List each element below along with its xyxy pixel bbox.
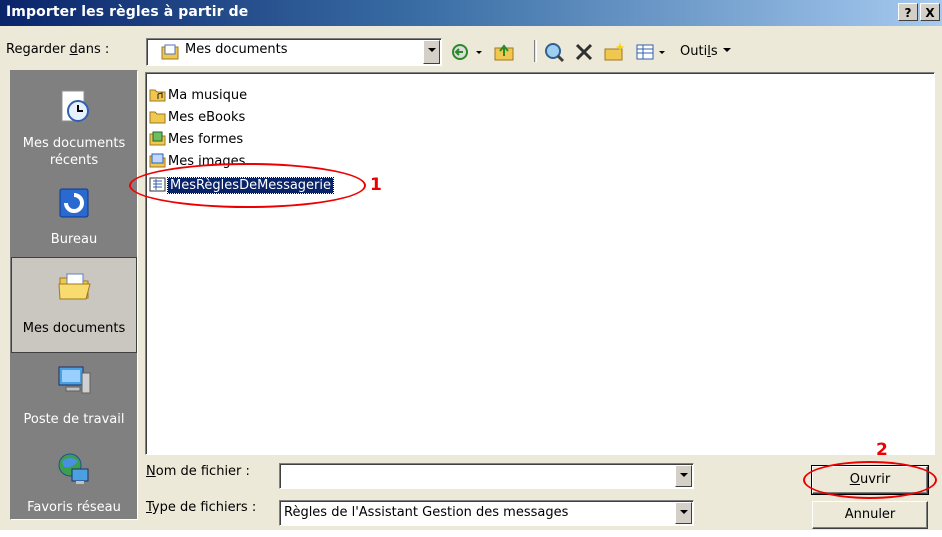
file-name-label: Nom de fichier :	[146, 464, 250, 479]
place-label: Mes documents récents	[22, 136, 126, 168]
look-in-label: Regarder dans :	[6, 42, 110, 57]
tools-menu-button[interactable]: Outils	[680, 40, 750, 64]
place-recent-documents[interactable]: Mes documents récents	[11, 79, 137, 175]
look-in-combobox[interactable]: Mes documents	[146, 38, 442, 66]
file-type-combobox[interactable]: Règles de l'Assistant Gestion des messag…	[279, 500, 694, 526]
views-button[interactable]	[634, 40, 670, 64]
network-globe-icon	[58, 453, 89, 484]
file-type-value: Règles de l'Assistant Gestion des messag…	[284, 505, 569, 520]
place-label: Mes documents	[22, 321, 126, 336]
new-folder-button[interactable]	[602, 40, 628, 64]
search-web-icon	[545, 43, 565, 63]
annotation-ellipse-file	[129, 163, 366, 208]
file-type-dropdown-arrow[interactable]	[675, 502, 692, 524]
file-type-label: Type de fichiers :	[146, 500, 257, 515]
toolbar-separator	[534, 40, 537, 62]
dialog-title: Importer les règles à partir de	[6, 4, 249, 20]
file-name-combobox[interactable]	[279, 463, 694, 489]
file-name-dropdown-arrow[interactable]	[675, 465, 692, 487]
title-bar[interactable]: Importer les règles à partir de ? X	[0, 0, 942, 26]
file-name: Mes eBooks	[168, 110, 246, 125]
computer-icon	[58, 366, 91, 394]
close-button[interactable]: X	[920, 3, 940, 21]
help-button[interactable]: ?	[898, 3, 918, 21]
file-list[interactable]: Ma musique Mes eBooks Mes formes Mes ima…	[145, 72, 935, 455]
place-label: Bureau	[50, 232, 98, 247]
desktop-icon	[59, 188, 89, 218]
open-folder-icon	[58, 273, 91, 300]
tools-label: Outils	[680, 44, 718, 59]
annotation-step-2: 2	[876, 440, 888, 460]
list-item[interactable]: Mes formes	[149, 129, 243, 151]
cancel-button[interactable]: Annuler	[812, 501, 928, 529]
place-label: Favoris réseau	[27, 500, 121, 515]
tools-dropdown-icon	[722, 48, 731, 52]
import-rules-dialog: Importer les règles à partir de ? X Rega…	[0, 0, 942, 530]
place-network[interactable]: Favoris réseau	[11, 441, 137, 537]
list-item[interactable]: Mes eBooks	[149, 107, 245, 129]
file-name: Ma musique	[168, 88, 248, 103]
up-folder-button[interactable]	[492, 40, 518, 64]
list-item[interactable]: Ma musique	[149, 85, 247, 107]
place-label: Poste de travail	[23, 412, 125, 427]
file-name: Mes formes	[168, 132, 244, 147]
look-in-dropdown-arrow[interactable]	[423, 40, 440, 64]
up-folder-icon	[494, 44, 514, 61]
place-my-documents[interactable]: Mes documents	[11, 257, 137, 353]
annotation-step-1: 1	[370, 175, 382, 195]
place-my-computer[interactable]: Poste de travail	[11, 353, 137, 449]
views-icon	[636, 44, 665, 60]
back-button[interactable]	[450, 40, 486, 64]
annotation-ellipse-open	[803, 461, 937, 499]
images-folder-icon	[149, 153, 166, 168]
search-web-button[interactable]	[542, 40, 568, 64]
look-in-value: Mes documents	[185, 42, 288, 57]
my-documents-icon	[161, 44, 179, 60]
delete-button[interactable]	[572, 40, 598, 64]
clock-document-icon	[61, 90, 89, 122]
shapes-folder-icon	[149, 131, 166, 146]
back-arrow-icon	[452, 44, 482, 60]
music-folder-icon	[149, 89, 166, 102]
folder-icon	[149, 111, 166, 124]
places-bar: Mes documents récents Bureau Mes documen…	[10, 70, 138, 520]
new-folder-icon	[604, 42, 625, 61]
delete-x-icon	[575, 43, 593, 61]
